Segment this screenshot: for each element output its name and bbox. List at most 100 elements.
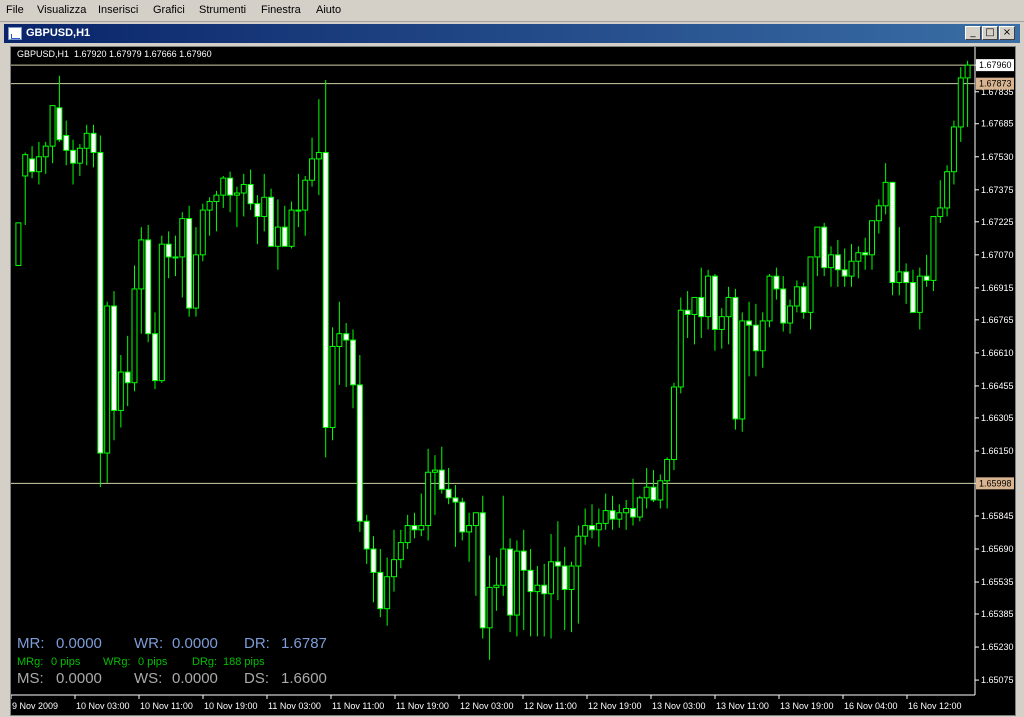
candle-body	[780, 288, 787, 324]
candle-body	[739, 320, 746, 420]
candle-body	[370, 548, 377, 573]
window-titlebar[interactable]: GBPUSD,H1 _ □ ×	[4, 24, 1020, 43]
candle-body	[315, 152, 322, 160]
candle-body	[384, 576, 391, 610]
price-line-tag-label: 1.65998	[979, 478, 1012, 488]
candle-body	[377, 571, 384, 610]
candle-body	[595, 522, 602, 531]
stat-drg-key: DRg:	[192, 656, 218, 668]
candle-body	[363, 520, 370, 550]
price-tick-label: 1.66150	[981, 446, 1014, 456]
stat-drg-value: 188 pips	[223, 656, 265, 668]
candle-body	[199, 209, 206, 256]
candle-body	[411, 525, 418, 531]
candle-body	[725, 296, 732, 318]
candle-body	[800, 286, 807, 313]
candle-body	[247, 183, 254, 205]
candle-body	[336, 333, 343, 347]
candle-body	[711, 275, 718, 330]
time-tick-label: 16 Nov 04:00	[844, 701, 898, 711]
candle-body	[848, 260, 855, 277]
price-tick-label: 1.66305	[981, 413, 1014, 423]
candle-body	[452, 497, 459, 503]
candle-body	[288, 209, 295, 247]
candle-body	[930, 215, 937, 281]
candle-body	[903, 271, 910, 284]
candle-body	[206, 201, 213, 211]
candle-body	[220, 177, 227, 196]
candle-body	[855, 252, 862, 262]
candle-body	[568, 565, 575, 590]
window-title: GBPUSD,H1	[26, 27, 91, 39]
price-line-tag-label: 1.67960	[979, 60, 1012, 70]
candle-body	[322, 152, 329, 428]
menu-grafici[interactable]: Grafici	[153, 4, 185, 16]
candle-body	[916, 275, 923, 313]
candle-body	[691, 296, 698, 316]
candle-body	[650, 486, 657, 501]
candle-body	[548, 561, 555, 595]
candle-body	[513, 550, 520, 616]
candle-body	[793, 286, 800, 307]
candle-body	[124, 371, 131, 384]
price-tick-label: 1.66765	[981, 315, 1014, 325]
stat-ws-key: WS:	[134, 670, 163, 687]
candlestick-chart[interactable]: 1.679601.678351.676851.675301.673751.672…	[11, 47, 1015, 715]
candle-body	[274, 226, 281, 247]
candle-body	[15, 222, 22, 266]
price-tick-label: 1.65690	[981, 544, 1014, 554]
time-tick-label: 11 Nov 19:00	[396, 701, 449, 711]
candle-body	[42, 145, 49, 158]
candle-body	[664, 458, 671, 482]
time-tick-label: 12 Nov 11:00	[524, 701, 577, 711]
candle-body	[22, 154, 29, 177]
price-chart[interactable]: 1.679601.678351.676851.675301.673751.672…	[10, 46, 1016, 716]
menu-aiuto[interactable]: Aiuto	[316, 4, 341, 16]
close-button[interactable]: ×	[999, 26, 1015, 40]
stat-ds-value: 1.6600	[281, 670, 327, 687]
candle-body	[49, 105, 56, 147]
minimize-button[interactable]: _	[965, 26, 981, 40]
candle-body	[944, 171, 951, 209]
stat-dr-key: DR:	[244, 635, 270, 652]
candle-body	[397, 542, 404, 561]
candle-body	[773, 275, 780, 290]
candle-body	[896, 271, 903, 284]
candle-body	[158, 243, 165, 382]
candle-body	[507, 548, 514, 616]
candle-body	[390, 559, 397, 578]
stat-wr-value: 0.0000	[172, 635, 218, 652]
candle-body	[172, 256, 179, 259]
candle-body	[418, 525, 425, 531]
candle-body	[240, 183, 247, 194]
candle-body	[438, 469, 445, 490]
menu-strumenti[interactable]: Strumenti	[199, 4, 246, 16]
menu-finestra[interactable]: Finestra	[261, 4, 301, 16]
menu-inserisci[interactable]: Inserisci	[98, 4, 138, 16]
menu-visualizza[interactable]: Visualizza	[37, 4, 86, 16]
candle-body	[882, 181, 889, 207]
candle-body	[684, 309, 691, 316]
candle-body	[957, 77, 964, 128]
candle-body	[233, 192, 240, 196]
candle-body	[623, 507, 630, 514]
price-tick-label: 1.67685	[981, 119, 1014, 129]
stat-ms-value: 0.0000	[56, 670, 102, 687]
stat-wrg-key: WRg:	[103, 656, 131, 668]
stat-mrg-key: MRg:	[17, 656, 44, 668]
candle-body	[834, 254, 841, 271]
candle-body	[616, 512, 623, 520]
candle-body	[425, 471, 432, 527]
candle-body	[766, 275, 773, 322]
price-tick-label: 1.67375	[981, 185, 1014, 195]
price-tick-label: 1.66455	[981, 381, 1014, 391]
candle-body	[165, 243, 172, 258]
candle-body	[950, 126, 957, 173]
maximize-button[interactable]: □	[982, 26, 998, 40]
candle-body	[923, 275, 930, 281]
candle-body	[493, 584, 500, 588]
price-tick-label: 1.66915	[981, 283, 1014, 293]
candle-body	[732, 296, 739, 420]
menu-file[interactable]: File	[6, 4, 24, 16]
candle-body	[329, 345, 336, 428]
